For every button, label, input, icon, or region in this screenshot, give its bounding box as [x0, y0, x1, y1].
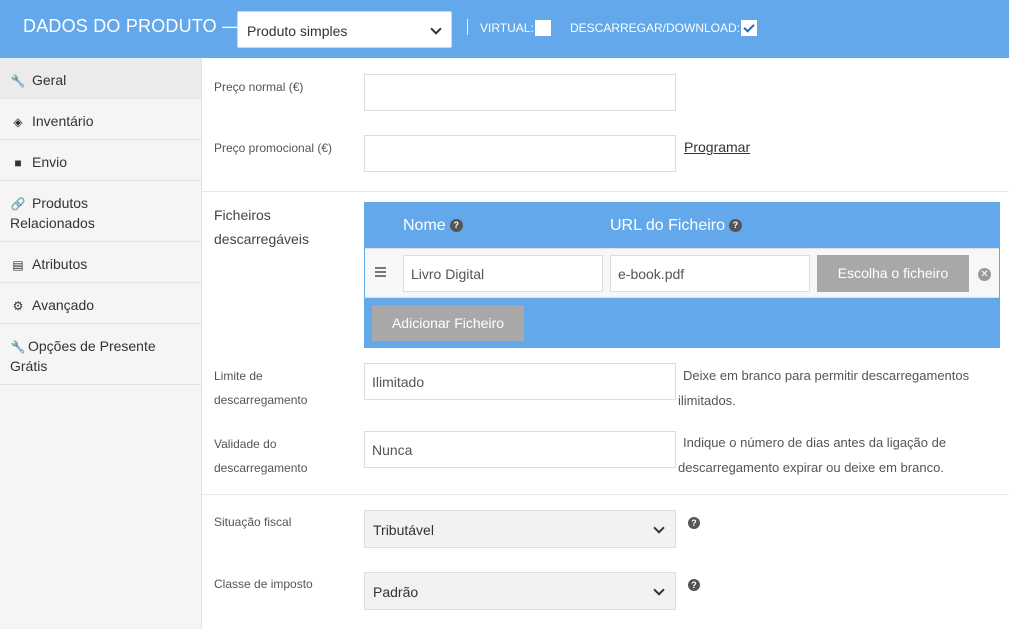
tax-status-value: Tributável	[373, 522, 434, 538]
regular-price-input[interactable]	[364, 74, 676, 111]
tab-shipping[interactable]: ■ Envio	[0, 140, 201, 181]
file-name-input[interactable]: Livro Digital	[403, 255, 603, 292]
truck-icon: ■	[14, 156, 22, 170]
tab-gift-options-label: Opções de Presente	[28, 338, 156, 354]
wrench-icon: 🔧	[10, 340, 26, 354]
tab-inventory-label: Inventário	[32, 113, 94, 129]
download-limit-hint-line2: ilimitados.	[678, 393, 736, 408]
remove-file-icon[interactable]: ✕	[978, 268, 991, 281]
download-limit-label-line2: descarregamento	[214, 393, 308, 407]
download-expiry-label: Validade do descarregamento	[214, 432, 307, 480]
schedule-link[interactable]: Programar	[684, 139, 750, 155]
download-expiry-input[interactable]: Nunca	[364, 431, 676, 468]
regular-price-label: Preço normal (€)	[214, 80, 304, 94]
wrench-icon: 🔧	[10, 74, 26, 88]
tax-class-value: Padrão	[373, 584, 419, 600]
download-label: DESCARREGAR/DOWNLOAD:	[570, 21, 741, 35]
tab-linked-products[interactable]: 🔗 Produtos Relacionados	[0, 181, 201, 242]
product-type-value: Produto simples	[247, 23, 348, 39]
help-icon[interactable]: ?	[449, 219, 463, 233]
virtual-label: VIRTUAL:	[480, 21, 534, 35]
tab-linked-products-label2: Relacionados	[10, 215, 95, 231]
tab-advanced-label: Avançado	[32, 297, 95, 313]
download-limit-hint-line1: Deixe em branco para permitir descarrega…	[683, 368, 970, 383]
tab-general-label: Geral	[32, 72, 67, 88]
files-col-name-label: Nome	[403, 217, 446, 234]
download-limit-label: Limite de descarregamento	[214, 364, 307, 412]
downloadable-files-label: Ficheiros descarregáveis	[214, 203, 309, 251]
download-expiry-hint-line2: descarregamento expirar ou deixe em bran…	[678, 460, 944, 475]
add-file-button[interactable]: Adicionar Ficheiro	[372, 305, 524, 341]
gear-icon: ⚙	[12, 299, 24, 313]
download-expiry-label-line1: Validade do	[214, 437, 277, 451]
download-limit-hint: Deixe em branco para permitir descarrega…	[678, 363, 969, 413]
download-limit-input[interactable]: Ilimitado	[364, 363, 676, 400]
tab-shipping-label: Envio	[32, 154, 68, 170]
tax-class-label: Classe de imposto	[214, 577, 313, 591]
tab-gift-options[interactable]: 🔧 Opções de Presente Grátis	[0, 324, 201, 385]
tax-class-select[interactable]: Padrão	[364, 572, 676, 610]
downloadable-files-label-line2: descarregáveis	[214, 231, 309, 247]
product-data-title: DADOS DO PRODUTO —	[23, 16, 241, 36]
file-row: Livro Digital e-book.pdf Escolha o fiche…	[365, 248, 999, 298]
link-icon: 🔗	[10, 197, 26, 211]
section-divider	[202, 191, 1009, 192]
help-icon[interactable]: ?	[688, 579, 700, 591]
files-col-url: URL do Ficheiro?	[610, 217, 743, 235]
files-col-url-label: URL do Ficheiro	[610, 217, 726, 234]
chevron-down-icon	[430, 23, 442, 35]
sale-price-label: Preço promocional (€)	[214, 141, 333, 155]
drag-handle-icon[interactable]	[375, 267, 386, 279]
download-checkbox[interactable]	[741, 20, 757, 36]
tab-linked-products-label: Produtos	[32, 195, 89, 211]
files-col-name: Nome?	[403, 217, 463, 235]
tab-advanced[interactable]: ⚙ Avançado	[0, 283, 201, 324]
downloadable-files-table: Nome? URL do Ficheiro? Livro Digital e-b…	[364, 202, 1000, 348]
help-icon[interactable]: ?	[729, 219, 743, 233]
file-url-input[interactable]: e-book.pdf	[610, 255, 810, 292]
tax-status-select[interactable]: Tributável	[364, 510, 676, 548]
tab-general[interactable]: 🔧 Geral	[0, 58, 201, 99]
download-expiry-hint: Indique o número de dias antes da ligaçã…	[678, 430, 946, 480]
product-data-tabs: 🔧 Geral ◈ Inventário ■ Envio 🔗 Produtos Rela…	[0, 58, 202, 629]
chevron-down-icon	[653, 522, 665, 534]
tab-inventory[interactable]: ◈ Inventário	[0, 99, 201, 140]
tax-status-label: Situação fiscal	[214, 515, 292, 529]
checkmark-icon	[743, 21, 755, 33]
header-separator	[467, 19, 468, 35]
virtual-checkbox[interactable]	[535, 20, 551, 36]
list-icon: ▤	[12, 258, 24, 272]
download-expiry-hint-line1: Indique o número de dias antes da ligaçã…	[683, 435, 947, 450]
product-type-select[interactable]: Produto simples	[237, 11, 452, 48]
tab-gift-options-label2: Grátis	[10, 358, 48, 374]
sale-price-input[interactable]	[364, 135, 676, 172]
general-panel: Preço normal (€) Preço promocional (€) P…	[202, 58, 1009, 629]
tag-icon: ◈	[13, 115, 23, 129]
downloadable-files-label-line1: Ficheiros	[214, 207, 271, 223]
choose-file-button[interactable]: Escolha o ficheiro	[817, 255, 969, 292]
download-expiry-label-line2: descarregamento	[214, 461, 308, 475]
tab-attributes-label: Atributos	[32, 256, 88, 272]
tab-attributes[interactable]: ▤ Atributos	[0, 242, 201, 283]
section-divider	[202, 494, 1009, 495]
chevron-down-icon	[653, 584, 665, 596]
download-limit-label-line1: Limite de	[214, 369, 263, 383]
help-icon[interactable]: ?	[688, 517, 700, 529]
product-data-header: DADOS DO PRODUTO — Produto simples VIRTU…	[0, 0, 1009, 58]
